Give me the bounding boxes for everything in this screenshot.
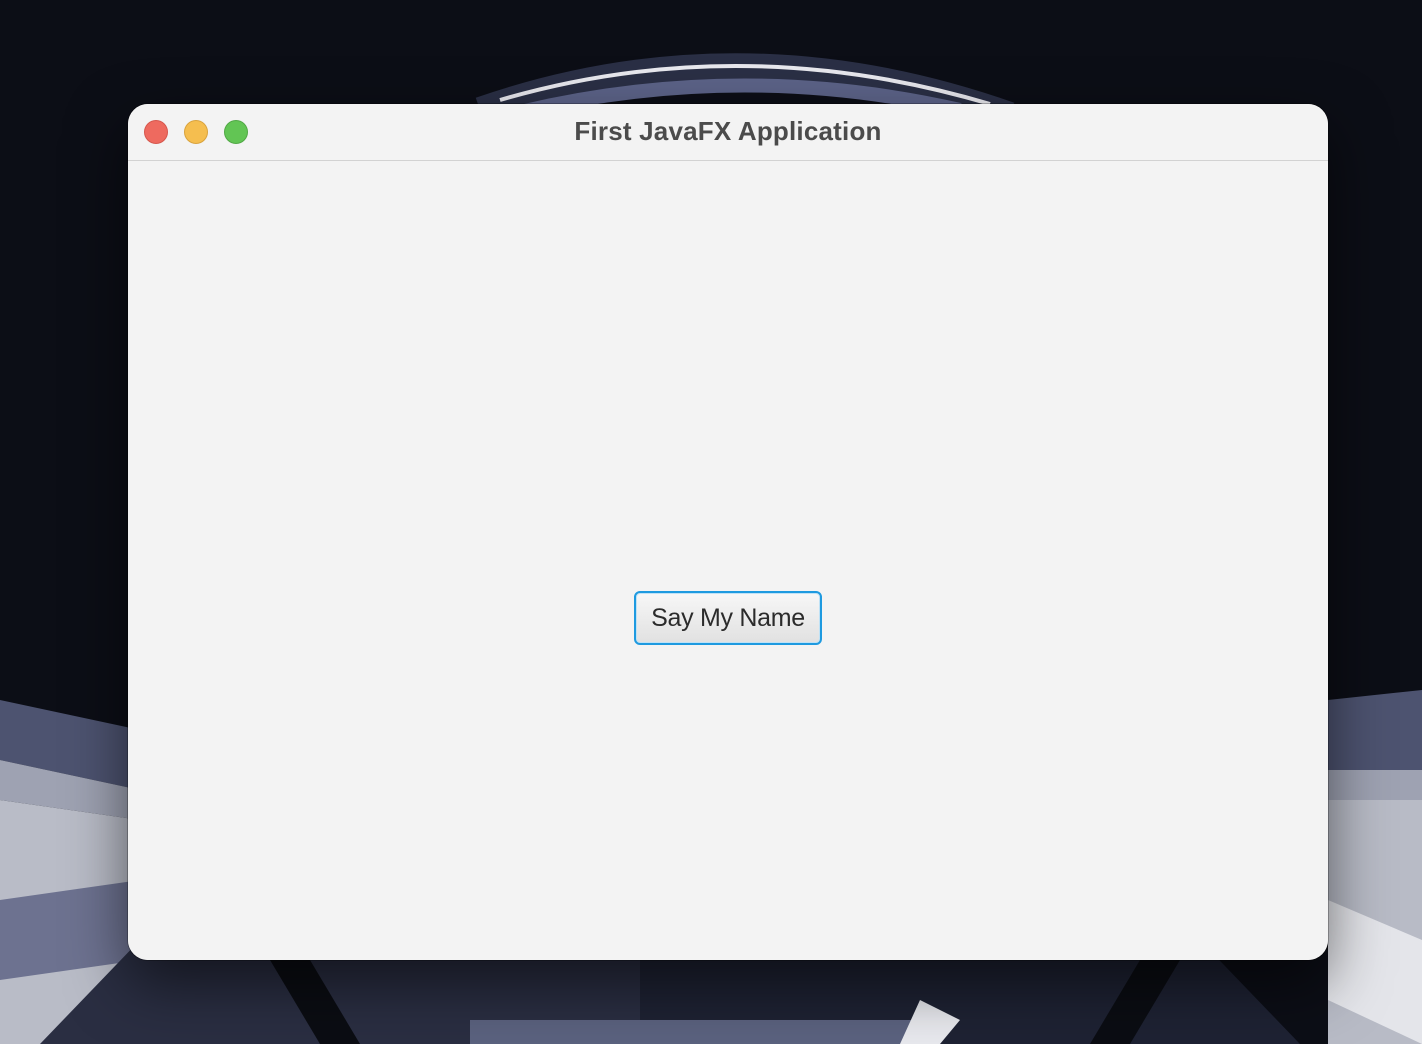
app-window: First JavaFX Application Say My Name	[128, 104, 1328, 960]
say-my-name-button[interactable]: Say My Name	[634, 591, 822, 645]
window-title: First JavaFX Application	[574, 116, 882, 146]
window-content: Say My Name	[128, 161, 1328, 960]
title-bar[interactable]: First JavaFX Application	[128, 104, 1328, 161]
